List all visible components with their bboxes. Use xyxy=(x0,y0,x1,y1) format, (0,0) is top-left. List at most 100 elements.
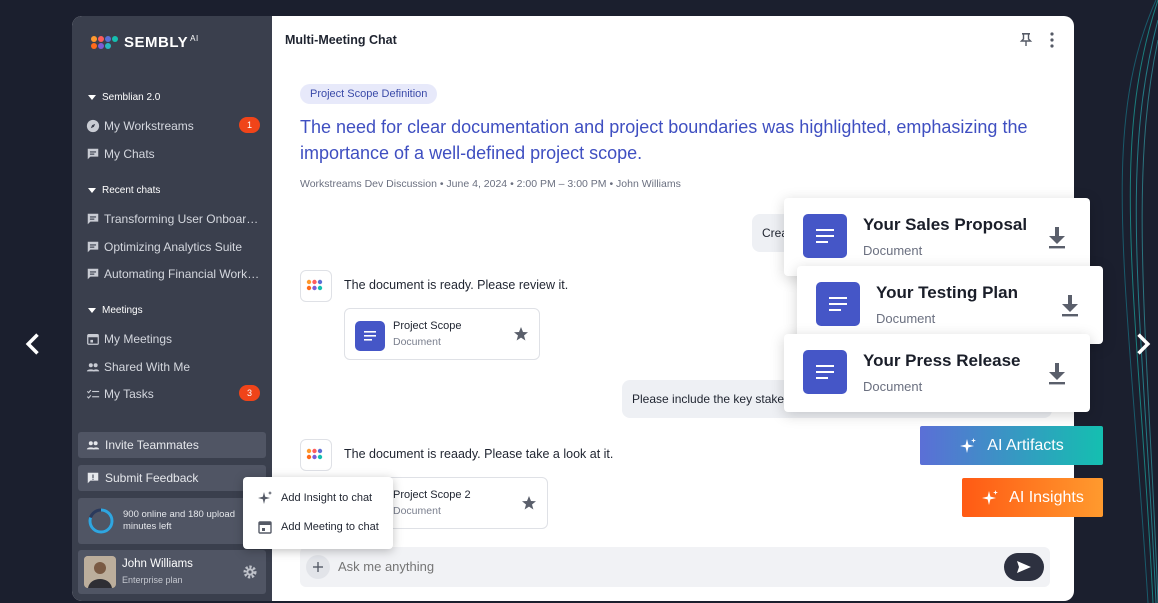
recent-chat-item[interactable]: Optimizing Analytics Suite xyxy=(86,238,260,256)
artifact-type: Document xyxy=(876,311,936,326)
submit-feedback-button[interactable]: Submit Feedback xyxy=(78,465,266,491)
recent-chat-item[interactable]: Transforming User Onboarding xyxy=(86,210,260,228)
sidebar-item-my-tasks[interactable]: My Tasks 3 xyxy=(86,385,260,403)
user-name: John Williams xyxy=(122,558,193,570)
document-name: Project Scope xyxy=(393,320,462,332)
next-slide-arrow-icon[interactable] xyxy=(1128,330,1156,358)
star-icon[interactable] xyxy=(513,326,529,342)
menu-item-label: Add Meeting to chat xyxy=(281,521,379,533)
download-icon[interactable] xyxy=(1046,360,1068,386)
menu-item-add-meeting[interactable]: Add Meeting to chat xyxy=(257,519,379,535)
document-icon xyxy=(816,282,860,326)
download-icon[interactable] xyxy=(1059,292,1081,318)
document-type: Document xyxy=(393,505,441,517)
bot-avatar xyxy=(300,270,332,302)
sparkle-icon xyxy=(258,491,272,504)
download-icon[interactable] xyxy=(1046,224,1068,250)
gear-icon[interactable] xyxy=(242,564,258,580)
invite-teammates-button[interactable]: Invite Teammates xyxy=(78,432,266,458)
sidebar-item-label: My Chats xyxy=(104,147,155,161)
collapse-triangle-icon xyxy=(88,308,96,313)
more-options-icon[interactable] xyxy=(1044,31,1060,49)
compass-icon xyxy=(86,119,100,133)
collapse-triangle-icon xyxy=(88,95,96,100)
menu-item-label: Add Insight to chat xyxy=(281,492,373,504)
document-card[interactable]: Project Scope Document xyxy=(344,308,540,360)
sidebar-item-workstreams[interactable]: My Workstreams 1 xyxy=(86,117,260,135)
star-icon[interactable] xyxy=(521,495,537,511)
sidebar-item-label: My Meetings xyxy=(104,332,173,346)
bot-message: The document is ready. Please review it. xyxy=(344,278,569,292)
page-title: Multi-Meeting Chat xyxy=(285,33,397,47)
sidebar-item-label: Transforming User Onboarding xyxy=(104,212,260,226)
sidebar-item-label: Automating Financial Workflo... xyxy=(104,267,260,281)
section-semblian[interactable]: Semblian 2.0 xyxy=(88,92,160,103)
chat-input[interactable] xyxy=(338,559,938,574)
sidebar-item-my-meetings[interactable]: My Meetings xyxy=(86,330,260,348)
sidebar-item-shared[interactable]: Shared With Me xyxy=(86,358,260,376)
calendar-icon xyxy=(258,521,272,534)
pin-icon[interactable] xyxy=(1018,31,1034,47)
sembly-bot-icon xyxy=(306,448,323,460)
chat-icon xyxy=(87,268,99,280)
artifact-card[interactable]: Your Sales Proposal Document xyxy=(784,198,1090,276)
avatar xyxy=(84,556,116,588)
artifact-type: Document xyxy=(863,243,923,258)
section-label: Semblian 2.0 xyxy=(102,92,161,103)
message-text: Please include the key stake xyxy=(632,392,785,406)
button-label: AI Insights xyxy=(1009,488,1084,506)
quota-ring-icon xyxy=(88,508,114,534)
previous-slide-arrow-icon[interactable] xyxy=(20,330,48,358)
send-button[interactable] xyxy=(1004,553,1044,581)
meeting-meta: Workstreams Dev Discussion • June 4, 202… xyxy=(300,178,681,190)
document-type: Document xyxy=(393,336,441,348)
sparkle-icon xyxy=(960,437,977,453)
menu-item-add-insight[interactable]: Add Insight to chat xyxy=(257,490,372,506)
artifact-type: Document xyxy=(863,379,923,394)
chat-icon xyxy=(87,241,99,253)
button-label: AI Artifacts xyxy=(987,436,1064,454)
sidebar-item-label: My Tasks xyxy=(104,387,154,401)
calendar-icon xyxy=(87,334,99,345)
artifact-card[interactable]: Your Press Release Document xyxy=(784,334,1090,412)
artifact-name: Your Testing Plan xyxy=(876,283,1018,302)
bot-message: The document is reaady. Please take a lo… xyxy=(344,447,614,461)
feedback-icon xyxy=(87,472,99,484)
section-recent-chats[interactable]: Recent chats xyxy=(88,185,160,196)
add-context-button[interactable] xyxy=(306,555,330,579)
sparkle-icon xyxy=(982,489,999,505)
bot-avatar xyxy=(300,439,332,471)
section-label: Meetings xyxy=(102,305,143,316)
document-name: Project Scope 2 xyxy=(393,489,471,501)
plus-icon xyxy=(313,562,323,572)
artifact-card[interactable]: Your Testing Plan Document xyxy=(797,266,1103,344)
ai-insights-button[interactable]: AI Insights xyxy=(962,478,1103,517)
document-icon xyxy=(803,350,847,394)
chat-input-bar xyxy=(300,547,1050,587)
chat-icon xyxy=(87,148,99,160)
sidebar-item-my-chats[interactable]: My Chats xyxy=(86,145,260,163)
section-label: Recent chats xyxy=(102,185,161,196)
topic-tag[interactable]: Project Scope Definition xyxy=(300,84,438,104)
ai-artifacts-button[interactable]: AI Artifacts xyxy=(920,426,1103,465)
recent-chat-item[interactable]: Automating Financial Workflo... xyxy=(86,265,260,283)
collapse-triangle-icon xyxy=(88,188,96,193)
minutes-quota[interactable]: 900 online and 180 upload minutes left xyxy=(78,498,266,544)
people-icon xyxy=(86,363,100,372)
checklist-icon xyxy=(86,389,100,399)
insight-headline: The need for clear documentation and pro… xyxy=(300,117,1028,163)
add-context-menu: Add Insight to chat Add Meeting to chat xyxy=(243,477,393,549)
artifact-name: Your Press Release xyxy=(863,351,1021,370)
button-label: Submit Feedback xyxy=(105,471,199,485)
sembly-logo[interactable]: SEMBLY AI xyxy=(90,34,199,51)
document-icon xyxy=(803,214,847,258)
sidebar-item-label: My Workstreams xyxy=(104,119,194,133)
chat-icon xyxy=(87,213,99,225)
user-profile[interactable]: John Williams Enterprise plan xyxy=(78,550,266,594)
send-icon xyxy=(1017,561,1031,573)
notification-badge: 1 xyxy=(239,117,260,133)
sembly-bot-icon xyxy=(306,279,323,291)
sidebar-item-label: Optimizing Analytics Suite xyxy=(104,240,243,254)
artifact-name: Your Sales Proposal xyxy=(863,215,1028,234)
section-meetings[interactable]: Meetings xyxy=(88,305,143,316)
